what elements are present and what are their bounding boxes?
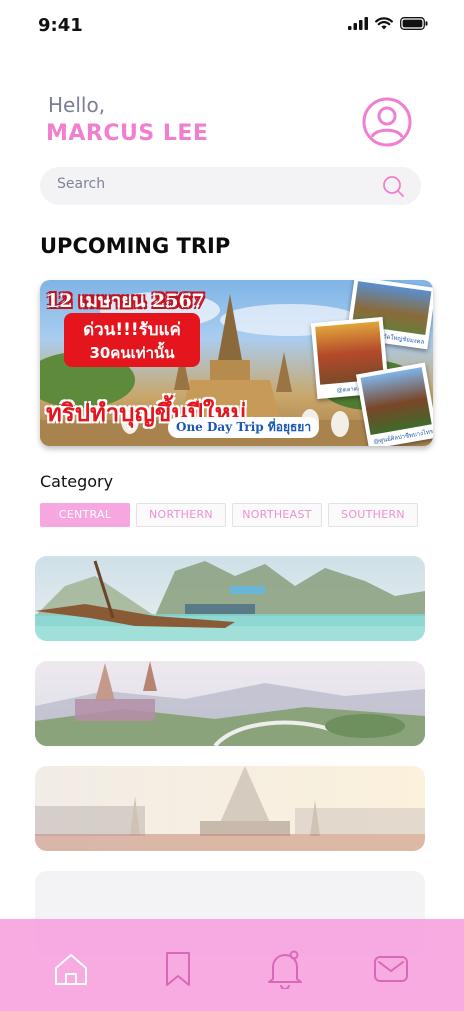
mountain-pagoda-image — [35, 661, 425, 746]
notification-bell-icon[interactable] — [266, 949, 304, 989]
nav-messages[interactable] — [371, 949, 411, 989]
banner-hurry-line1: ด่วน!!!รับแค่ — [83, 320, 181, 340]
destination-card-temple[interactable] — [35, 766, 425, 851]
category-title: Category — [40, 472, 114, 491]
chip-northeast[interactable]: NORTHEAST — [232, 503, 322, 527]
wifi-icon — [375, 17, 393, 30]
search-icon[interactable] — [381, 174, 405, 198]
banner-hurry-line2: 30คนเท่านั้น — [89, 344, 175, 362]
bookmark-icon[interactable] — [163, 950, 193, 988]
battery-icon — [400, 17, 428, 30]
banner-hurry-box: ด่วน!!!รับแค่ 30คนเท่านั้น — [64, 313, 200, 367]
status-time: 9:41 — [38, 15, 83, 36]
mail-icon[interactable] — [373, 954, 409, 984]
bangkok-temple-image — [35, 766, 425, 851]
status-icons — [348, 17, 428, 30]
destination-card-beach[interactable] — [35, 556, 425, 641]
category-chips: CENTRAL NORTHERN NORTHEAST SOUTHERN — [40, 503, 418, 527]
user-name: MARCUS LEE — [46, 121, 209, 146]
greeting-text: Hello, — [48, 93, 106, 117]
beach-image — [35, 556, 425, 641]
bottom-nav-bar — [0, 919, 464, 1011]
chip-southern[interactable]: SOUTHERN — [328, 503, 418, 527]
banner-date: 12 เมษายน 2567 — [46, 290, 205, 312]
nav-bookmark[interactable] — [158, 949, 198, 989]
banner-photo-3: @ศูนย์ศิลปาชีพบางไทร — [355, 362, 433, 446]
nav-notifications[interactable] — [265, 949, 305, 989]
chip-northern[interactable]: NORTHERN — [136, 503, 226, 527]
banner-subtitle: One Day Trip ที่อยุธยา — [168, 417, 320, 438]
nav-home[interactable] — [51, 949, 91, 989]
search-input[interactable] — [57, 176, 357, 192]
chip-central[interactable]: CENTRAL — [40, 503, 130, 527]
upcoming-trip-title: UPCOMING TRIP — [40, 234, 231, 258]
status-bar: 9:41 — [0, 0, 464, 52]
home-icon[interactable] — [52, 950, 90, 988]
search-bar[interactable] — [40, 167, 421, 205]
user-circle-icon[interactable] — [361, 96, 413, 148]
upcoming-trip-banner[interactable]: @วัดใหญ่ชัยมงคล @ตลาดเก่าวัดใหม่ @ศูนย์ศ… — [40, 280, 433, 446]
signal-icon — [348, 17, 368, 30]
destination-card-mountain[interactable] — [35, 661, 425, 746]
